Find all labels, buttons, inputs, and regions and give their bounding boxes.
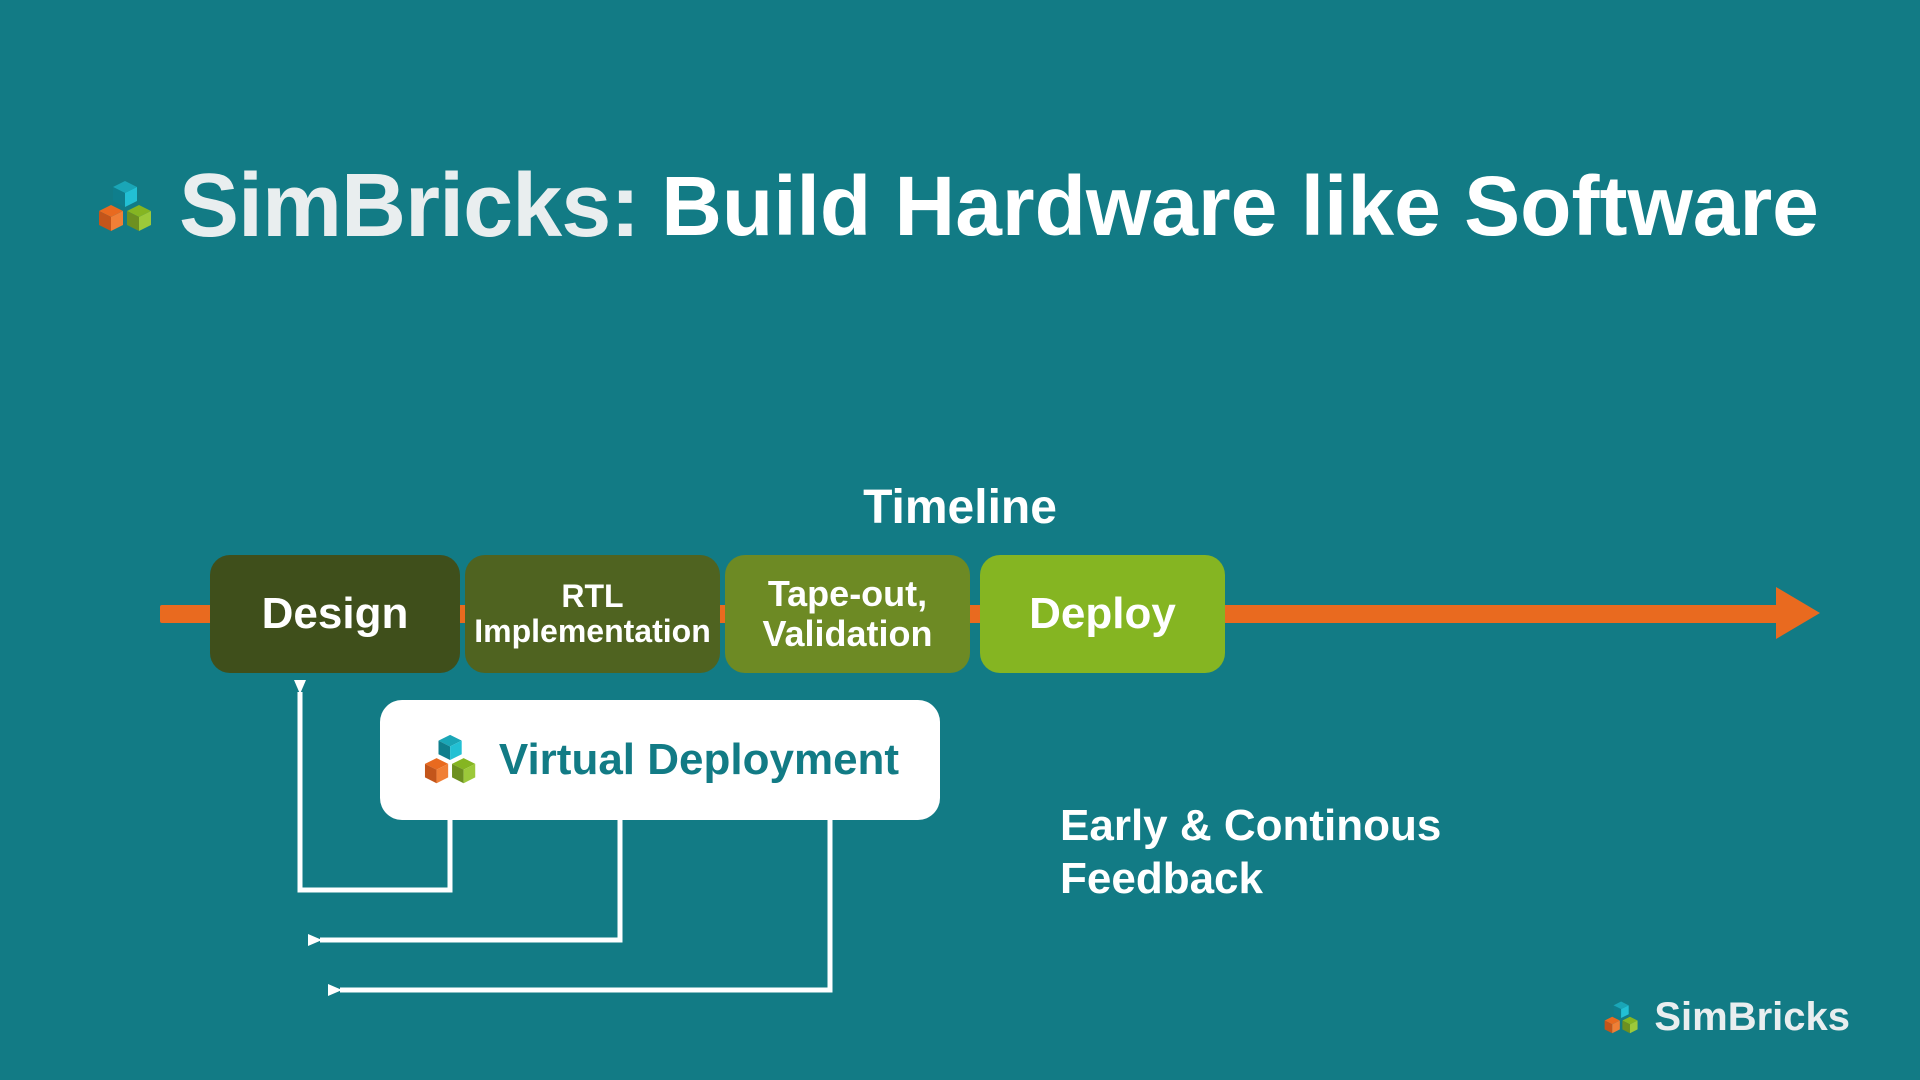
feedback-line1: Early & Continous [1060,800,1441,853]
virtual-deployment-box: Virtual Deployment [380,700,940,820]
timeline-arrowhead-icon [1776,587,1820,639]
brand-cubes-icon [1602,999,1644,1037]
footer-brand: SimBricks [1602,995,1850,1040]
phase-label-line1: RTL [561,579,623,614]
phase-tapeout: Tape-out, Validation [725,555,970,673]
brand-cubes-icon [95,177,161,237]
phase-deploy: Deploy [980,555,1225,673]
timeline: Design RTL Implementation Tape-out, Vali… [160,555,1820,675]
title-subtitle: Build Hardware like Software [661,158,1819,255]
phase-label-line2: Implementation [474,614,710,649]
phase-design: Design [210,555,460,673]
phase-label: Design [262,590,409,638]
feedback-line2: Feedback [1060,853,1441,906]
phase-label-line1: Tape-out, [768,574,927,614]
footer-brand-text: SimBricks [1654,995,1850,1040]
feedback-text: Early & Continous Feedback [1060,800,1441,906]
phase-label: Deploy [1029,590,1176,638]
virtual-deployment-label: Virtual Deployment [499,735,899,785]
timeline-label: Timeline [0,480,1920,535]
phase-rtl: RTL Implementation [465,555,720,673]
phase-label-line2: Validation [762,614,932,654]
brand-name: SimBricks: [179,155,639,258]
brand-cubes-icon [421,731,485,789]
slide-title: SimBricks: Build Hardware like Software [95,155,1819,258]
